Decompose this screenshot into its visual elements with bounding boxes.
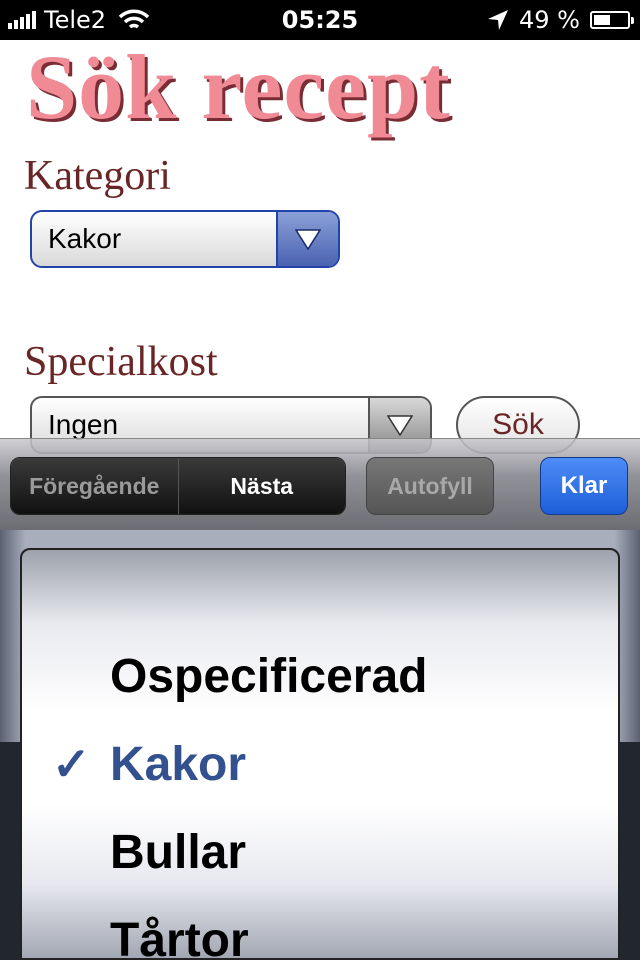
picker-option[interactable]: Bullar [110, 808, 246, 896]
location-arrow-icon [488, 10, 509, 30]
prev-next-control: Föregående Nästa [10, 457, 346, 515]
picker-option[interactable]: Tårtor [110, 896, 249, 959]
chevron-down-icon [276, 212, 338, 266]
next-button[interactable]: Nästa [178, 458, 345, 514]
page-title: Sök recept [26, 36, 451, 138]
category-picker-wheel[interactable]: Ospecificerad ✓ Kakor Bullar Tårtor [20, 548, 620, 960]
done-button[interactable]: Klar [540, 457, 628, 515]
category-label: Kategori [24, 153, 171, 199]
category-select-value: Kakor [48, 223, 122, 254]
battery-fill [594, 15, 610, 25]
autofill-button[interactable]: Autofyll [366, 457, 494, 515]
picker-panel: Ospecificerad ✓ Kakor Bullar Tårtor [0, 530, 640, 960]
checkmark-icon: ✓ [52, 738, 91, 790]
diet-label: Specialkost [24, 339, 218, 385]
picker-option-selected[interactable]: Kakor [110, 720, 246, 808]
battery-percentage: 49 % [519, 6, 580, 34]
category-select[interactable]: Kakor [30, 210, 340, 268]
battery-icon [590, 11, 634, 29]
previous-button[interactable]: Föregående [11, 458, 179, 514]
form-accessory-bar: Föregående Nästa Autofyll Klar [0, 438, 640, 531]
picker-option[interactable]: Ospecificerad [110, 632, 427, 720]
